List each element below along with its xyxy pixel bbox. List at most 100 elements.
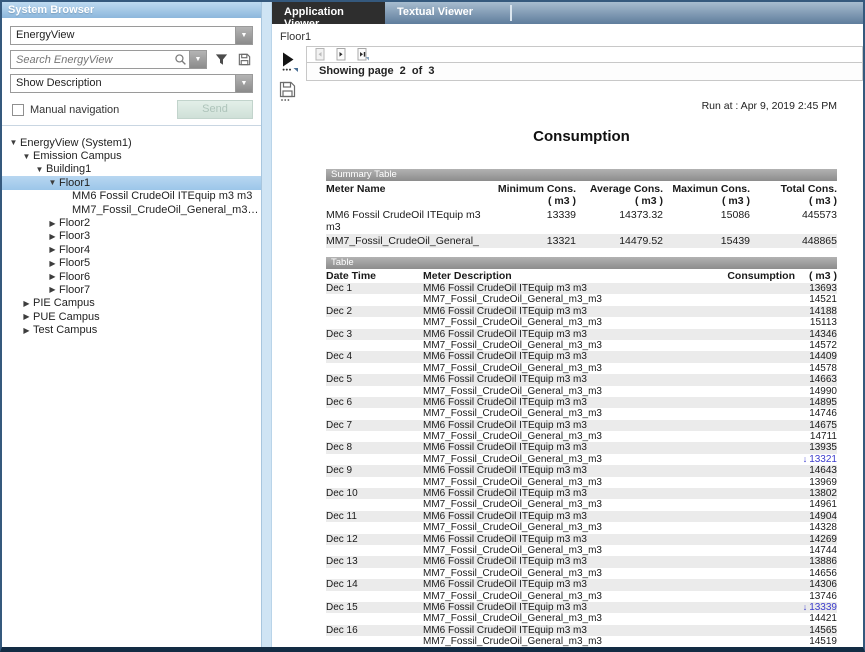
detail-date-cell: Dec 1 — [326, 283, 423, 294]
chevron-collapsed-icon[interactable]: ▶ — [46, 285, 59, 294]
detail-date-cell — [326, 386, 423, 397]
chevron-down-icon[interactable]: ▼ — [235, 27, 252, 44]
detail-meter-cell: MM7_Fossil_CrudeOil_General_m3_m3 — [423, 636, 727, 647]
detail-value-cell: 14711 — [727, 431, 837, 442]
chevron-collapsed-icon[interactable]: ▶ — [20, 326, 33, 335]
detail-date-cell — [326, 294, 423, 305]
chevron-collapsed-icon[interactable]: ▶ — [20, 312, 33, 321]
detail-meter-cell: MM6 Fossil CrudeOil ITEquip m3 m3 — [423, 465, 727, 476]
chevron-down-icon[interactable]: ▼ — [235, 75, 252, 92]
view-selector[interactable]: EnergyView ▼ — [10, 26, 253, 45]
detail-meter-cell: MM6 Fossil CrudeOil ITEquip m3 m3 — [423, 442, 727, 453]
detail-date-cell — [326, 545, 423, 556]
chevron-expanded-icon[interactable]: ▼ — [7, 138, 20, 147]
tree-item-floor7[interactable]: ▶Floor7 — [2, 283, 261, 296]
detail-date-cell — [326, 340, 423, 351]
detail-value-cell: 14188 — [727, 306, 837, 317]
detail-value-cell: 14565 — [727, 625, 837, 636]
detail-meter-cell: MM7_Fossil_CrudeOil_General_m3_m3 — [423, 613, 727, 624]
tree-item-mm6-fossil-crudeoil-itequip-m3-m3[interactable]: MM6 Fossil CrudeOil ITEquip m3 m3 — [2, 190, 261, 203]
detail-table-row: Dec 2MM6 Fossil CrudeOil ITEquip m3 m314… — [326, 306, 837, 317]
detail-meter-cell: MM6 Fossil CrudeOil ITEquip m3 m3 — [423, 625, 727, 636]
report-column: Showing page 2 of 3 Run at : Apr 9, 2019… — [306, 46, 863, 647]
tree-item-floor4[interactable]: ▶Floor4 — [2, 243, 261, 256]
tree-item-energyview-system1-[interactable]: ▼EnergyView (System1) — [2, 136, 261, 149]
detail-value-cell: 14409 — [727, 351, 837, 362]
detail-meter-cell: MM6 Fossil CrudeOil ITEquip m3 m3 — [423, 351, 727, 362]
chevron-collapsed-icon[interactable]: ▶ — [46, 245, 59, 254]
chevron-down-icon[interactable]: ▼ — [189, 51, 206, 68]
chevron-collapsed-icon[interactable]: ▶ — [46, 272, 59, 281]
detail-meter-cell: MM7_Fossil_CrudeOil_General_m3_m3 — [423, 340, 727, 351]
tree-item-label: Emission Campus — [33, 150, 122, 162]
tree-item-building1[interactable]: ▼Building1 — [2, 163, 261, 176]
tree-item-floor6[interactable]: ▶Floor6 — [2, 270, 261, 283]
detail-table-row: MM7_Fossil_CrudeOil_General_m3_m314990 — [326, 386, 837, 397]
report-run-at: Run at : Apr 9, 2019 2:45 PM — [326, 100, 837, 112]
tree-item-label: EnergyView (System1) — [20, 137, 132, 149]
chevron-expanded-icon[interactable]: ▼ — [20, 152, 33, 161]
run-report-button[interactable] — [279, 51, 306, 72]
detail-value-cell: 14306 — [727, 579, 837, 590]
detail-date-cell — [326, 477, 423, 488]
tree-item-emission-campus[interactable]: ▼Emission Campus — [2, 149, 261, 162]
next-page-icon[interactable] — [335, 48, 347, 61]
detail-table-row: Dec 7MM6 Fossil CrudeOil ITEquip m3 m314… — [326, 420, 837, 431]
report-page: Run at : Apr 9, 2019 2:45 PM Consumption… — [306, 81, 863, 647]
chevron-collapsed-icon[interactable]: ▶ — [46, 259, 59, 268]
detail-table-row: Dec 13MM6 Fossil CrudeOil ITEquip m3 m31… — [326, 556, 837, 567]
tab-textual-viewer[interactable]: Textual Viewer — [385, 2, 498, 24]
detail-meter-cell: MM6 Fossil CrudeOil ITEquip m3 m3 — [423, 329, 727, 340]
tree-item-test-campus[interactable]: ▶Test Campus — [2, 323, 261, 336]
save-report-button[interactable] — [279, 81, 306, 102]
detail-table-row: Dec 5MM6 Fossil CrudeOil ITEquip m3 m314… — [326, 374, 837, 385]
detail-date-cell — [326, 363, 423, 374]
min-value-arrow-icon: ↓ — [803, 454, 808, 464]
detail-meter-cell: MM6 Fossil CrudeOil ITEquip m3 m3 — [423, 511, 727, 522]
detail-table-row: Dec 8MM6 Fossil CrudeOil ITEquip m3 m313… — [326, 442, 837, 453]
tab-application-viewer[interactable]: Application Viewer — [272, 2, 385, 24]
detail-min-value-cell: ↓13321 — [727, 454, 837, 465]
detail-meter-cell: MM7_Fossil_CrudeOil_General_m3_m3 — [423, 454, 727, 465]
detail-table-row: Dec 10MM6 Fossil CrudeOil ITEquip m3 m31… — [326, 488, 837, 499]
tree-item-floor3[interactable]: ▶Floor3 — [2, 230, 261, 243]
tree-item-floor1[interactable]: ▼Floor1 — [2, 176, 261, 189]
detail-meter-cell: MM7_Fossil_CrudeOil_General_m3_m3 — [423, 317, 727, 328]
save-filter-icon[interactable] — [236, 51, 253, 68]
tree-item-pie-campus[interactable]: ▶PIE Campus — [2, 297, 261, 310]
viewer-tools-column — [272, 46, 306, 647]
tab-divider — [510, 5, 512, 21]
first-page-icon[interactable] — [314, 48, 326, 61]
manual-navigation-checkbox[interactable] — [12, 104, 24, 116]
tree-item-label: MM6 Fossil CrudeOil ITEquip m3 m3 — [72, 190, 252, 202]
last-page-icon[interactable] — [356, 48, 370, 61]
summary-column-header: Maximun Cons.( m3 ) — [663, 181, 750, 208]
chevron-collapsed-icon[interactable]: ▶ — [46, 232, 59, 241]
detail-date-cell — [326, 317, 423, 328]
detail-date-cell: Dec 10 — [326, 488, 423, 499]
detail-value-cell: 14746 — [727, 408, 837, 419]
detail-meter-cell: MM6 Fossil CrudeOil ITEquip m3 m3 — [423, 306, 727, 317]
chevron-expanded-icon[interactable]: ▼ — [33, 165, 46, 174]
tree-item-floor5[interactable]: ▶Floor5 — [2, 257, 261, 270]
tree-item-mm7-fossil-crudeoil-general-m3-m3[interactable]: MM7_Fossil_CrudeOil_General_m3_m3 — [2, 203, 261, 216]
detail-date-cell: Dec 13 — [326, 556, 423, 567]
chevron-collapsed-icon[interactable]: ▶ — [20, 299, 33, 308]
column-consumption: Consumption( m3 ) — [727, 270, 837, 282]
search-input[interactable] — [11, 51, 171, 68]
detail-value-cell: 14744 — [727, 545, 837, 556]
summary-value-cell: 13321 — [489, 234, 576, 248]
filter-icon[interactable] — [213, 51, 230, 68]
detail-table-band: Table — [326, 257, 837, 269]
send-button[interactable]: Send — [177, 100, 253, 119]
tree-item-pue-campus[interactable]: ▶PUE Campus — [2, 310, 261, 323]
view-selector-value: EnergyView — [11, 27, 235, 44]
description-selector[interactable]: Show Description ▼ — [10, 74, 253, 93]
chevron-collapsed-icon[interactable]: ▶ — [46, 219, 59, 228]
tree-item-floor2[interactable]: ▶Floor2 — [2, 216, 261, 229]
detail-meter-cell: MM6 Fossil CrudeOil ITEquip m3 m3 — [423, 397, 727, 408]
panel-splitter[interactable] — [262, 2, 272, 647]
chevron-expanded-icon[interactable]: ▼ — [46, 178, 59, 187]
search-icon — [171, 51, 189, 68]
detail-date-cell — [326, 613, 423, 624]
